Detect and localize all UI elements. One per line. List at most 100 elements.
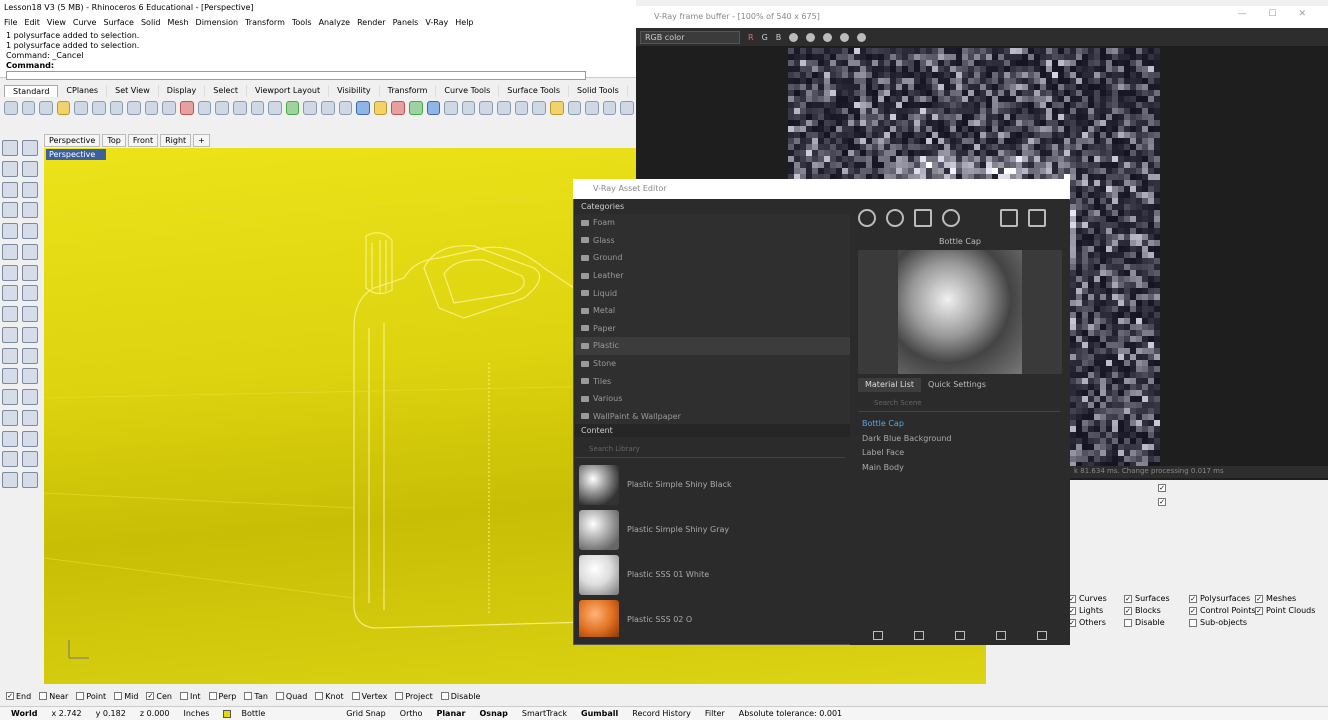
tab-quick-settings[interactable]: Quick Settings [921,378,993,392]
save-image-icon[interactable] [823,32,833,42]
category-item[interactable]: WallPaint & Wallpaper [575,408,850,426]
osnap-option[interactable]: Vertex [351,692,387,701]
scene-material-item[interactable]: Bottle Cap [858,417,1062,432]
toolbar-tab[interactable]: Surface Tools [499,85,570,97]
left-tool-icon[interactable] [2,223,18,240]
toolbar-tab[interactable]: Select [205,85,247,97]
filter-option[interactable]: ✓ Surfaces [1124,594,1170,603]
left-tool-icon[interactable] [22,451,38,468]
menu-item[interactable]: File [4,18,17,28]
osnap-option[interactable]: Near [39,692,68,701]
toolbar-button-icon[interactable] [56,101,71,115]
left-tool-icon[interactable] [22,326,38,343]
left-tool-icon[interactable] [2,389,18,406]
osnap-option[interactable]: Knot [315,692,344,701]
left-tool-icon[interactable] [22,223,38,240]
osnap-toggle[interactable]: Osnap [473,709,515,718]
scene-material-item[interactable]: Dark Blue Background [858,432,1062,447]
toolbar-button-icon[interactable] [74,101,89,115]
scene-material-item[interactable]: Main Body [858,461,1062,476]
toolbar-button-icon[interactable] [461,101,476,115]
category-item[interactable]: Glass [575,232,850,250]
menu-item[interactable]: Panels [393,18,419,28]
left-tool-icon[interactable] [22,264,38,281]
toolbar-button-icon[interactable] [391,101,406,115]
menu-item[interactable]: Analyze [319,18,351,28]
content-item[interactable]: Plastic Simple Shiny Black [575,462,845,507]
delete-icon[interactable] [995,630,1006,640]
osnap-checkbox[interactable] [395,692,404,700]
menu-item[interactable]: Help [455,18,473,28]
add-material-icon[interactable] [873,630,884,640]
toolbar-button-icon[interactable] [109,101,124,115]
category-item[interactable]: Stone [575,355,850,373]
osnap-option[interactable]: Int [179,692,201,701]
left-tool-icon[interactable] [2,409,18,426]
toolbar-button-icon[interactable] [602,101,617,115]
left-tool-icon[interactable] [2,160,18,177]
category-item[interactable]: Plastic [575,337,850,355]
menu-item[interactable]: Transform [245,18,285,28]
save-icon[interactable] [954,630,965,640]
left-tool-icon[interactable] [22,306,38,323]
left-tool-icon[interactable] [22,389,38,406]
close-icon[interactable]: ✕ [1298,9,1306,19]
toolbar-button-icon[interactable] [180,101,194,115]
category-item[interactable]: Foam [575,214,850,232]
left-tool-icon[interactable] [22,243,38,260]
toolbar-button-icon[interactable] [162,101,177,115]
osnap-option[interactable]: ✓ End [6,692,31,701]
toolbar-tab[interactable]: Viewport Layout [247,85,330,97]
frame-buffer-icon[interactable] [1028,209,1046,227]
toolbar-button-icon[interactable] [338,101,353,115]
left-tool-icon[interactable] [2,368,18,385]
toolbar-button-icon[interactable] [356,101,370,115]
geometry-icon[interactable] [914,209,932,227]
toolbar-tab[interactable]: Mesh Tools [628,85,637,97]
menu-item[interactable]: Surface [103,18,133,28]
filter-option[interactable]: ✓ Control Points [1189,606,1256,615]
osnap-option[interactable]: Perp [208,692,236,701]
toolbar-button-icon[interactable] [549,101,564,115]
channel-r-button[interactable]: R [748,33,754,42]
filter-option[interactable]: ✓ Point Clouds [1255,606,1315,615]
osnap-checkbox[interactable] [114,692,123,700]
record-history-toggle[interactable]: Record History [625,709,698,718]
left-tool-icon[interactable] [2,451,18,468]
toolbar-button-icon[interactable] [373,101,388,115]
search-library-input[interactable]: Search Library [575,442,845,458]
osnap-checkbox[interactable] [39,692,48,700]
content-item[interactable]: Plastic SSS 02 O [575,597,845,637]
filter-option[interactable]: ✓ Meshes [1255,594,1296,603]
viewport-tab[interactable]: Right [160,134,192,147]
left-tool-icon[interactable] [2,181,18,198]
toolbar-button-icon[interactable] [215,101,229,115]
toolbar-button-icon[interactable] [514,101,529,115]
maximize-icon[interactable]: ☐ [1268,9,1276,19]
osnap-checkbox[interactable] [275,692,284,700]
toolbar-button-icon[interactable] [620,101,634,115]
osnap-checkbox[interactable] [440,692,449,700]
menu-item[interactable]: Render [357,18,385,28]
category-item[interactable]: Various [575,390,850,408]
toolbar-button-icon[interactable] [250,101,265,115]
left-tool-icon[interactable] [2,430,18,447]
toolbar-button-icon[interactable] [479,101,494,115]
toolbar-button-icon[interactable] [232,101,247,115]
left-tool-icon[interactable] [2,243,18,260]
filter-checkbox[interactable] [1189,618,1197,627]
toolbar-button-icon[interactable] [285,101,300,115]
content-item[interactable]: Plastic Simple Shiny Gray [575,507,845,552]
toolbar-tab[interactable]: Set View [107,85,159,97]
ortho-toggle[interactable]: Ortho [393,709,430,718]
toolbar-button-icon[interactable] [426,101,441,115]
osnap-checkbox[interactable]: ✓ [6,692,14,700]
osnap-checkbox[interactable] [76,692,85,700]
osnap-option[interactable]: Point [76,692,106,701]
left-tool-icon[interactable] [2,347,18,364]
left-tool-icon[interactable] [22,368,38,385]
osnap-checkbox[interactable]: ✓ [146,692,155,700]
smarttrack-toggle[interactable]: SmartTrack [515,709,574,718]
checkbox[interactable]: ✓ [1158,498,1166,506]
search-scene-input[interactable]: Search Scene [858,396,1060,412]
